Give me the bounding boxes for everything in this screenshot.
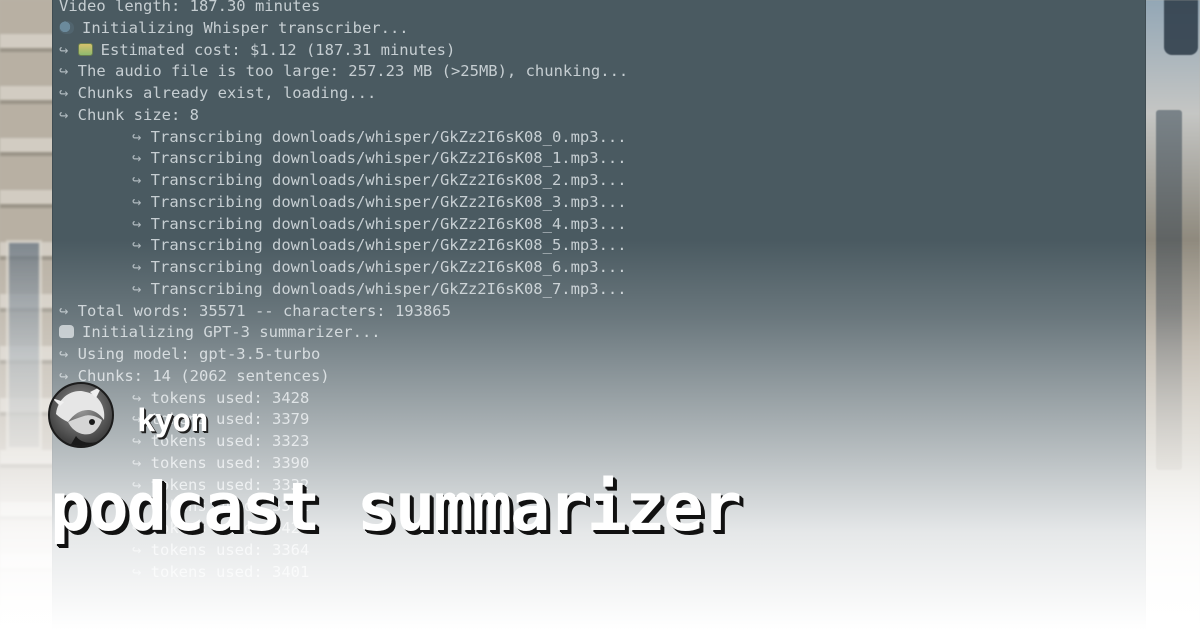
author-block: kyon: [48, 382, 209, 448]
terminal-line: ↪ Transcribing downloads/whisper/GkZz2I6…: [59, 279, 1145, 301]
terminal-line-text: Transcribing downloads/whisper/GkZz2I6sK…: [150, 149, 627, 168]
terminal-line-text: Initializing GPT-3 summarizer...: [82, 323, 381, 342]
avatar-icon: [50, 384, 112, 446]
return-arrow-icon: ↪: [132, 236, 151, 255]
terminal-line: ↪ tokens used: 3401: [59, 562, 1145, 584]
terminal-line: ↪ The audio file is too large: 257.23 MB…: [59, 61, 1145, 83]
terminal-line-text: Initializing Whisper transcriber...: [82, 18, 409, 37]
terminal-line-text: Chunk size: 8: [77, 105, 199, 124]
avatar[interactable]: [48, 382, 114, 448]
return-arrow-icon: ↪: [132, 171, 151, 189]
robot-icon: [59, 325, 74, 339]
terminal-line-text: Transcribing downloads/whisper/GkZz2I6sK…: [150, 171, 627, 189]
terminal-line: ↪ tokens used: 3379: [59, 409, 1145, 431]
speech-bubble-icon: [59, 20, 74, 34]
terminal-line: ↪ Transcribing downloads/whisper/GkZz2I6…: [59, 127, 1145, 149]
terminal-line-text: Transcribing downloads/whisper/GkZz2I6sK…: [150, 214, 627, 233]
terminal-line: ↪ Transcribing downloads/whisper/GkZz2I6…: [59, 192, 1145, 214]
terminal-line: ↪ Using model: gpt-3.5-turbo: [59, 344, 1145, 366]
return-arrow-icon: ↪: [59, 84, 78, 102]
terminal-line-text: Transcribing downloads/whisper/GkZz2I6sK…: [150, 127, 627, 146]
terminal-line-text: Chunks already exist, loading...: [77, 84, 377, 102]
terminal-line: ↪ Chunk size: 8: [59, 105, 1145, 127]
terminal-line: ↪ Total words: 35571 -- characters: 1938…: [59, 301, 1145, 323]
return-arrow-icon: ↪: [132, 562, 151, 581]
return-arrow-icon: ↪: [132, 149, 151, 168]
background-building-right: [1144, 0, 1200, 630]
author-name[interactable]: kyon: [137, 403, 209, 439]
terminal-line: ↪ Transcribing downloads/whisper/GkZz2I6…: [59, 214, 1145, 236]
return-arrow-icon: ↪: [132, 214, 151, 233]
return-arrow-icon: ↪: [59, 345, 78, 363]
terminal-line-text: Video length: 187.30 minutes: [59, 0, 321, 15]
terminal-line: Initializing Whisper transcriber...: [59, 18, 1145, 40]
terminal-line: ↪ tokens used: 3323: [59, 431, 1145, 453]
return-arrow-icon: ↪: [59, 40, 78, 59]
return-arrow-icon: ↪: [59, 105, 78, 124]
terminal-line: ↪ Transcribing downloads/whisper/GkZz2I6…: [59, 170, 1145, 192]
terminal-line: ↪ Chunks already exist, loading...: [59, 83, 1145, 105]
terminal-line: ↪ Transcribing downloads/whisper/GkZz2I6…: [59, 148, 1145, 170]
money-icon: [77, 42, 93, 56]
return-arrow-icon: ↪: [132, 258, 151, 276]
terminal-line: ↪ tokens used: 3428: [59, 388, 1145, 410]
terminal-line-text: Using model: gpt-3.5-turbo: [77, 345, 321, 363]
terminal-line-text: Estimated cost: $1.12 (187.31 minutes): [100, 40, 456, 59]
terminal-line: ↪ Transcribing downloads/whisper/GkZz2I6…: [59, 257, 1145, 279]
terminal-line: ↪ Estimated cost: $1.12 (187.31 minutes): [59, 40, 1145, 62]
background-building-left: [0, 0, 55, 630]
terminal-line-text: The audio file is too large: 257.23 MB (…: [77, 62, 629, 81]
terminal-line-text: Transcribing downloads/whisper/GkZz2I6sK…: [150, 236, 627, 255]
terminal-line: Video length: 187.30 minutes: [59, 0, 1145, 18]
terminal-line: Initializing GPT-3 summarizer...: [59, 322, 1145, 344]
terminal-line-text: Transcribing downloads/whisper/GkZz2I6sK…: [150, 258, 627, 276]
return-arrow-icon: ↪: [132, 127, 151, 146]
terminal-line-text: tokens used: 3401: [150, 562, 310, 581]
terminal-line: ↪ Transcribing downloads/whisper/GkZz2I6…: [59, 235, 1145, 257]
return-arrow-icon: ↪: [59, 62, 78, 81]
terminal-line-text: Transcribing downloads/whisper/GkZz2I6sK…: [150, 192, 627, 211]
return-arrow-icon: ↪: [132, 279, 151, 298]
terminal-line-text: Transcribing downloads/whisper/GkZz2I6sK…: [150, 279, 627, 298]
return-arrow-icon: ↪: [132, 192, 151, 211]
page-title: podcast summarizer: [50, 468, 742, 546]
terminal-line: ↪ Chunks: 14 (2062 sentences): [59, 366, 1145, 388]
return-arrow-icon: ↪: [59, 301, 78, 320]
terminal-line-text: Total words: 35571 -- characters: 193865: [77, 301, 451, 320]
